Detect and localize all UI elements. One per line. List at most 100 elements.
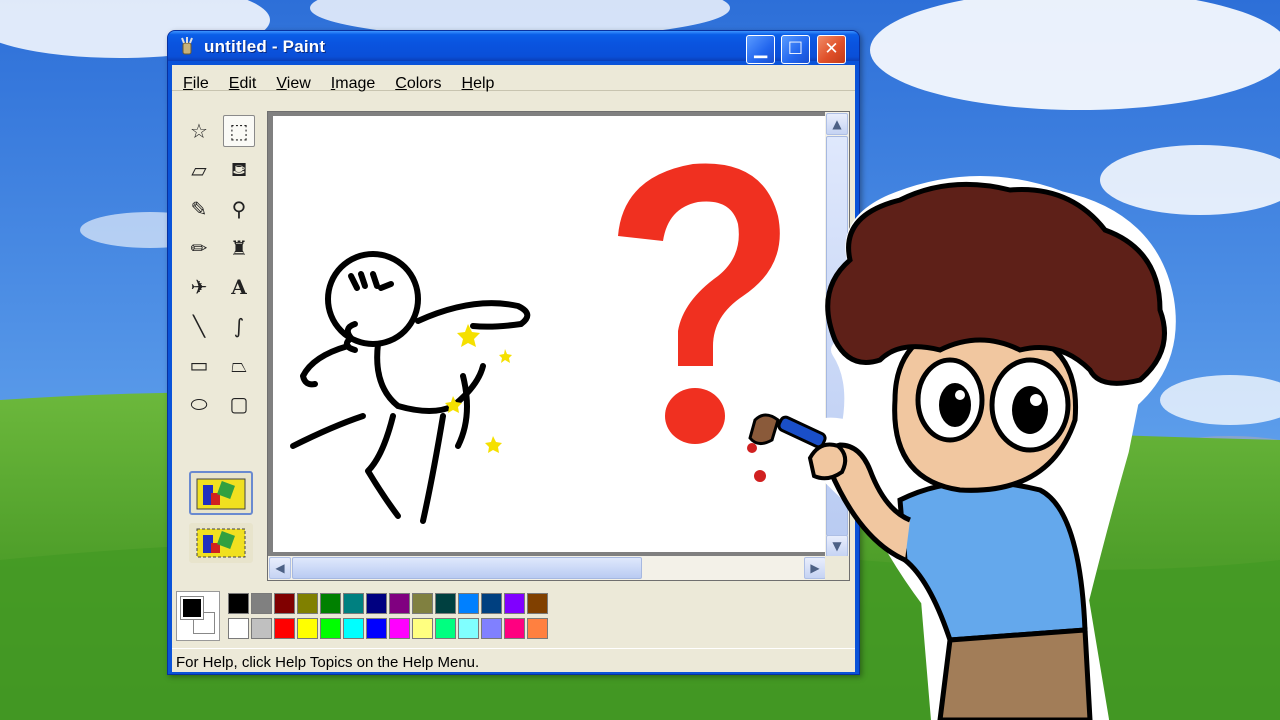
color-swatch[interactable] <box>366 618 387 639</box>
status-bar: For Help, click Help Topics on the Help … <box>172 648 855 672</box>
drawing-canvas[interactable] <box>273 116 826 552</box>
close-icon: ✕ <box>824 39 839 59</box>
text-icon: A <box>231 275 247 299</box>
color-picker-tool-button[interactable]: ✎ <box>183 193 215 225</box>
rectangle-icon: ▭ <box>189 353 209 377</box>
color-swatch[interactable] <box>366 593 387 614</box>
window-title: untitled - Paint <box>204 37 326 56</box>
rounded-rectangle-icon: ▢ <box>229 392 249 416</box>
rectangle-select-icon: ⬚ <box>229 119 249 143</box>
menu-edit[interactable]: Edit <box>218 67 266 92</box>
ellipse-icon: ⬭ <box>190 392 208 416</box>
line-tool-button[interactable]: ╲ <box>183 310 215 342</box>
ellipse-tool-button[interactable]: ⬭ <box>183 388 215 420</box>
eraser-tool-button[interactable]: ▱ <box>183 154 215 186</box>
stick-figure-drawing <box>290 251 531 524</box>
color-swatch[interactable] <box>389 618 410 639</box>
minimize-button[interactable]: ▁ <box>746 35 775 64</box>
scroll-down-arrow-icon[interactable]: ▼ <box>826 535 848 557</box>
sparkle-drawings <box>445 324 512 453</box>
color-swatch[interactable] <box>435 593 456 614</box>
horizontal-scroll-thumb[interactable] <box>292 557 642 579</box>
color-swatch[interactable] <box>320 618 341 639</box>
tool-option-transparent[interactable] <box>189 523 253 563</box>
menu-help[interactable]: Help <box>451 67 504 92</box>
menu-colors[interactable]: Colors <box>384 67 450 92</box>
menu-file[interactable]: File <box>172 67 218 92</box>
minimize-icon: ▁ <box>753 39 768 59</box>
window-client-area: File Edit View Image Colors Help ☆ ⬚ ▱ ⛾… <box>172 65 855 672</box>
color-swatch[interactable] <box>504 618 525 639</box>
color-swatch[interactable] <box>320 593 341 614</box>
color-swatch[interactable] <box>435 618 456 639</box>
color-swatch[interactable] <box>343 618 364 639</box>
polygon-icon: ⏢ <box>231 353 247 377</box>
pencil-tool-button[interactable]: ✏ <box>183 232 215 264</box>
color-swatch[interactable] <box>297 593 318 614</box>
airbrush-tool-button[interactable]: ✈ <box>183 271 215 303</box>
fill-bucket-icon: ⛾ <box>230 156 248 181</box>
line-icon: ╲ <box>192 314 206 338</box>
rectangle-select-tool-button[interactable]: ⬚ <box>223 115 255 147</box>
magnifier-icon: ⚲ <box>231 197 247 221</box>
vertical-scroll-thumb[interactable] <box>826 136 848 536</box>
color-swatch[interactable] <box>389 593 410 614</box>
color-swatch[interactable] <box>343 593 364 614</box>
magnifier-tool-button[interactable]: ⚲ <box>223 193 255 225</box>
color-palette <box>176 591 576 645</box>
brush-tool-button[interactable]: ♜ <box>223 232 255 264</box>
eraser-icon: ▱ <box>191 158 207 182</box>
curve-icon: ∫ <box>233 314 245 338</box>
menu-view[interactable]: View <box>265 67 319 92</box>
question-mark-drawing <box>618 163 780 444</box>
scroll-up-arrow-icon[interactable]: ▲ <box>826 113 848 135</box>
free-form-select-tool-button[interactable]: ☆ <box>183 115 215 147</box>
current-colors[interactable] <box>176 591 220 641</box>
status-text: For Help, click Help Topics on the Help … <box>176 654 480 671</box>
color-swatch[interactable] <box>527 618 548 639</box>
color-swatch[interactable] <box>251 618 272 639</box>
rectangle-tool-button[interactable]: ▭ <box>183 349 215 381</box>
color-swatch[interactable] <box>504 593 525 614</box>
toolbox: ☆ ⬚ ▱ ⛾ ✎ ⚲ ✏ ♜ ✈ A ╲ ∫ ▭ ⏢ ⬭ ▢ <box>177 113 267 563</box>
color-swatch[interactable] <box>412 618 433 639</box>
brush-icon: ♜ <box>230 236 248 260</box>
text-tool-button[interactable]: A <box>223 271 255 303</box>
color-swatch[interactable] <box>458 618 479 639</box>
horizontal-scrollbar[interactable]: ◀ ▶ <box>268 556 827 580</box>
color-swatch[interactable] <box>228 593 249 614</box>
color-swatch[interactable] <box>274 618 295 639</box>
pencil-icon: ✏ <box>190 236 208 260</box>
color-swatch[interactable] <box>228 618 249 639</box>
tool-option-opaque[interactable] <box>189 471 253 515</box>
scroll-right-arrow-icon[interactable]: ▶ <box>804 557 826 579</box>
vertical-scrollbar[interactable]: ▲ ▼ <box>825 112 849 558</box>
fill-bucket-tool-button[interactable]: ⛾ <box>223 154 255 186</box>
free-form-select-icon: ☆ <box>190 119 208 143</box>
color-swatch[interactable] <box>274 593 295 614</box>
scroll-left-arrow-icon[interactable]: ◀ <box>269 557 291 579</box>
color-swatch[interactable] <box>481 593 502 614</box>
close-button[interactable]: ✕ <box>817 35 846 64</box>
rounded-rectangle-tool-button[interactable]: ▢ <box>223 388 255 420</box>
color-swatch[interactable] <box>251 593 272 614</box>
menu-bar: File Edit View Image Colors Help <box>172 67 855 92</box>
paint-window: untitled - Paint ▁ ☐ ✕ File Edit View Im… <box>167 30 860 675</box>
color-picker-icon: ✎ <box>190 197 208 221</box>
maximize-button[interactable]: ☐ <box>781 35 810 64</box>
color-swatch[interactable] <box>297 618 318 639</box>
paint-app-icon <box>178 37 196 55</box>
color-swatch[interactable] <box>458 593 479 614</box>
color-swatch[interactable] <box>412 593 433 614</box>
menu-image[interactable]: Image <box>320 67 384 92</box>
maximize-icon: ☐ <box>787 39 804 59</box>
curve-tool-button[interactable]: ∫ <box>223 310 255 342</box>
foreground-color <box>180 596 204 620</box>
color-swatch[interactable] <box>481 618 502 639</box>
color-swatch[interactable] <box>527 593 548 614</box>
scroll-corner <box>825 556 849 580</box>
polygon-tool-button[interactable]: ⏢ <box>223 349 255 381</box>
title-bar[interactable]: untitled - Paint ▁ ☐ ✕ <box>168 31 859 64</box>
canvas-area: ▲ ▼ ◀ ▶ <box>267 111 850 581</box>
airbrush-icon: ✈ <box>190 275 208 299</box>
